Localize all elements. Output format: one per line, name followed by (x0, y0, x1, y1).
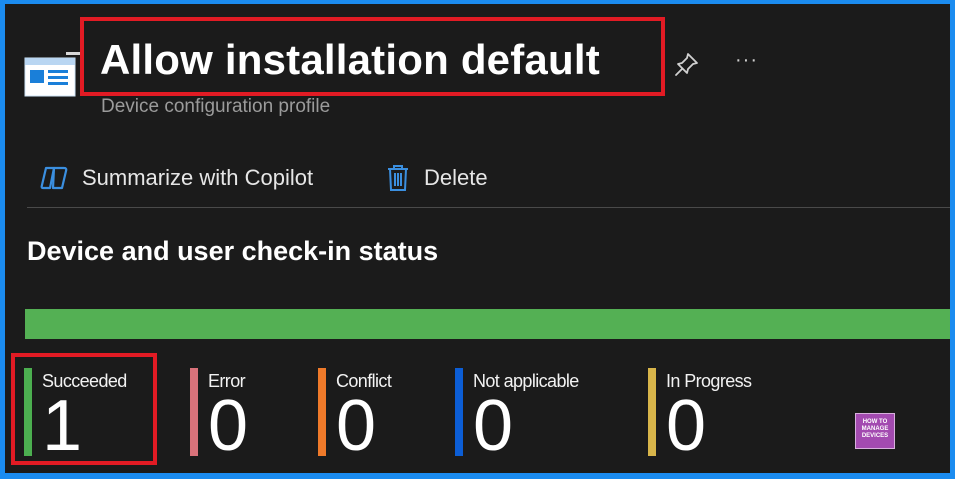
stat-value: 0 (208, 386, 249, 466)
in-progress-accent (648, 368, 656, 456)
stat-value: 0 (336, 386, 377, 466)
stat-value: 0 (473, 386, 514, 466)
trash-icon (388, 165, 408, 191)
not-applicable-accent (455, 368, 463, 456)
copilot-label: Summarize with Copilot (82, 165, 314, 190)
configuration-profile-icon (24, 52, 80, 97)
logo-line: MANAGE (861, 426, 889, 432)
page-title: Allow installation default (100, 36, 600, 83)
status-progress-bar (25, 309, 950, 339)
stat-value: 0 (666, 386, 707, 466)
copilot-icon (40, 166, 68, 190)
logo-line: HOW TO (862, 419, 888, 425)
logo-line: DEVICES (861, 433, 889, 439)
section-title: Device and user check-in status (27, 236, 439, 266)
delete-button[interactable]: Delete (386, 160, 488, 196)
command-bar-divider (27, 207, 950, 208)
profile-panel: Allow installation default Device config… (5, 4, 950, 473)
delete-label: Delete (424, 165, 488, 190)
more-options-icon[interactable]: ··· (735, 49, 758, 72)
conflict-accent (318, 368, 326, 456)
error-accent (190, 368, 198, 456)
summarize-with-copilot-button[interactable]: Summarize with Copilot (40, 160, 313, 196)
how-to-manage-devices-logo: HOW TO MANAGE DEVICES (855, 413, 895, 449)
succeeded-bar-fill (25, 309, 950, 339)
pin-icon[interactable] (673, 50, 701, 78)
page-subtitle: Device configuration profile (101, 96, 331, 117)
succeeded-highlight-box (11, 353, 157, 465)
